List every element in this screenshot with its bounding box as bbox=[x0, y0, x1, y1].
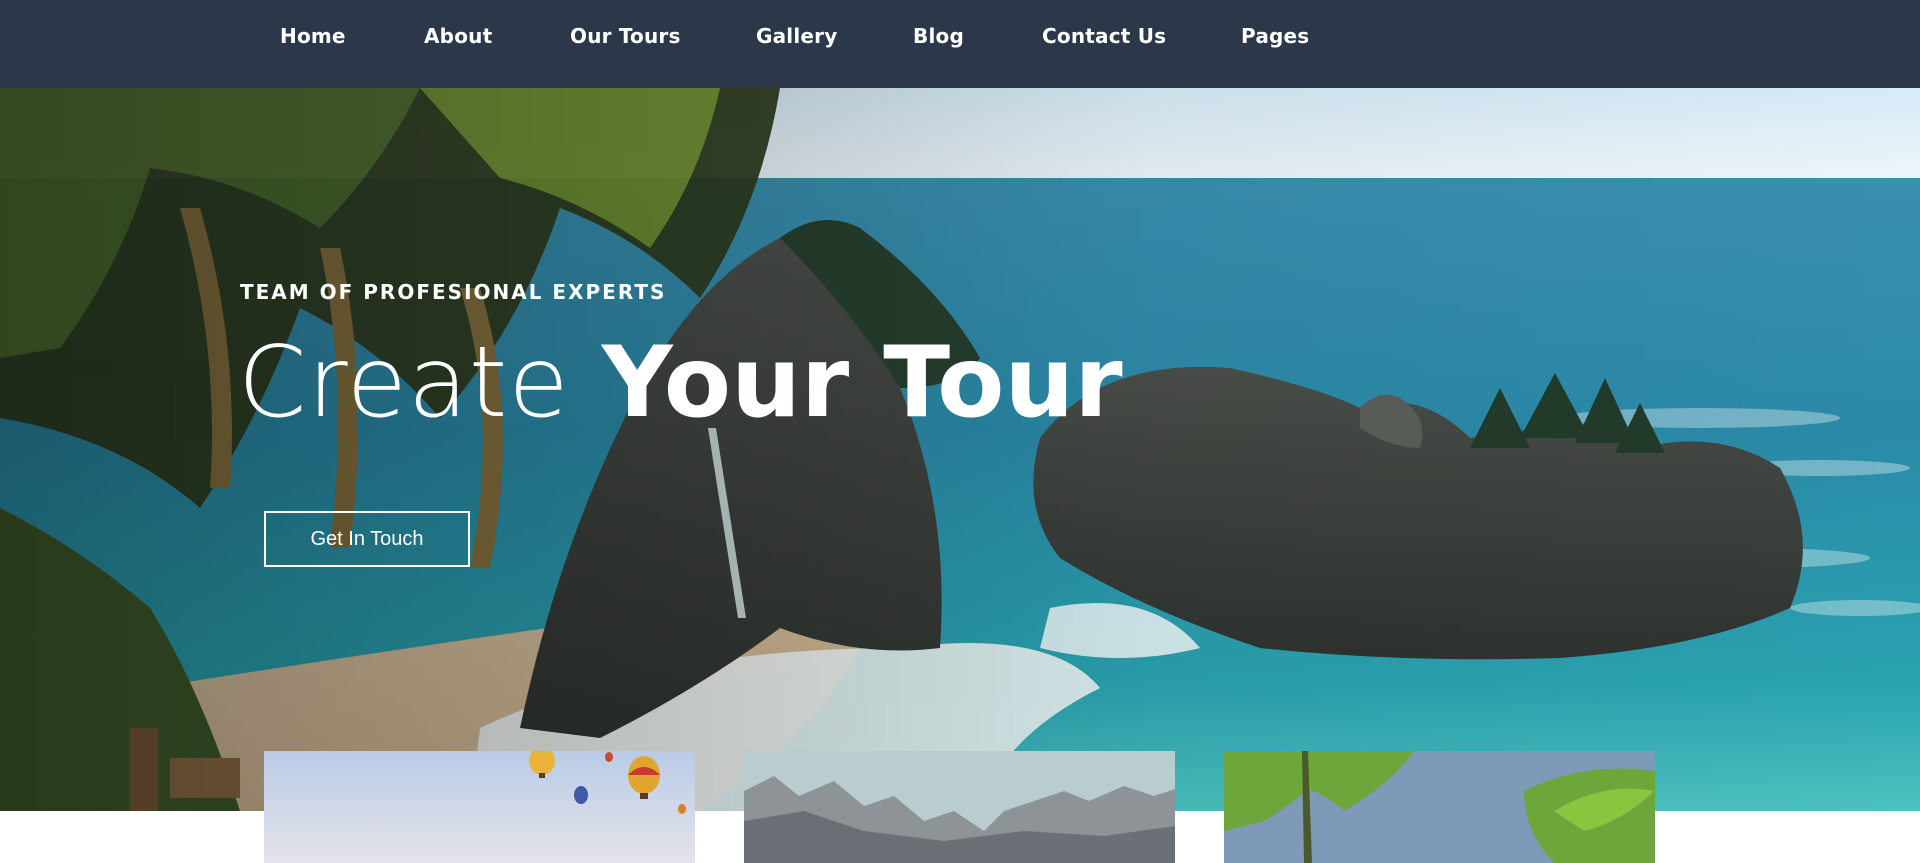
nav-item-our-tours[interactable]: Our Tours bbox=[570, 22, 681, 50]
tour-card-balloons[interactable] bbox=[264, 751, 695, 863]
nav-item-gallery[interactable]: Gallery bbox=[756, 22, 838, 50]
tour-card-palms[interactable] bbox=[1224, 751, 1655, 863]
rocky-mountains-image bbox=[744, 751, 1175, 863]
hero-title: Create Your Tour bbox=[238, 328, 1123, 438]
nav-item-about[interactable]: About bbox=[424, 22, 492, 50]
hero-title-light: Create bbox=[238, 326, 602, 440]
get-in-touch-button[interactable]: Get In Touch bbox=[264, 511, 470, 567]
hero-background-image bbox=[0, 88, 1920, 811]
hot-air-balloons-image bbox=[264, 751, 695, 863]
tour-card-mountains[interactable] bbox=[744, 751, 1175, 863]
nav-item-pages[interactable]: Pages bbox=[1241, 22, 1309, 50]
palm-trees-image bbox=[1224, 751, 1655, 863]
nav-item-blog[interactable]: Blog bbox=[913, 22, 964, 50]
top-navbar: Home About Our Tours Gallery Blog Contac… bbox=[0, 0, 1920, 88]
nav-item-home[interactable]: Home bbox=[280, 22, 346, 50]
hero-kicker: TEAM OF PROFESIONAL EXPERTS bbox=[240, 280, 667, 304]
nav-item-contact-us[interactable]: Contact Us bbox=[1042, 22, 1166, 50]
hero-banner: TEAM OF PROFESIONAL EXPERTS Create Your … bbox=[0, 88, 1920, 811]
hero-title-bold: Your Tour bbox=[601, 326, 1123, 440]
